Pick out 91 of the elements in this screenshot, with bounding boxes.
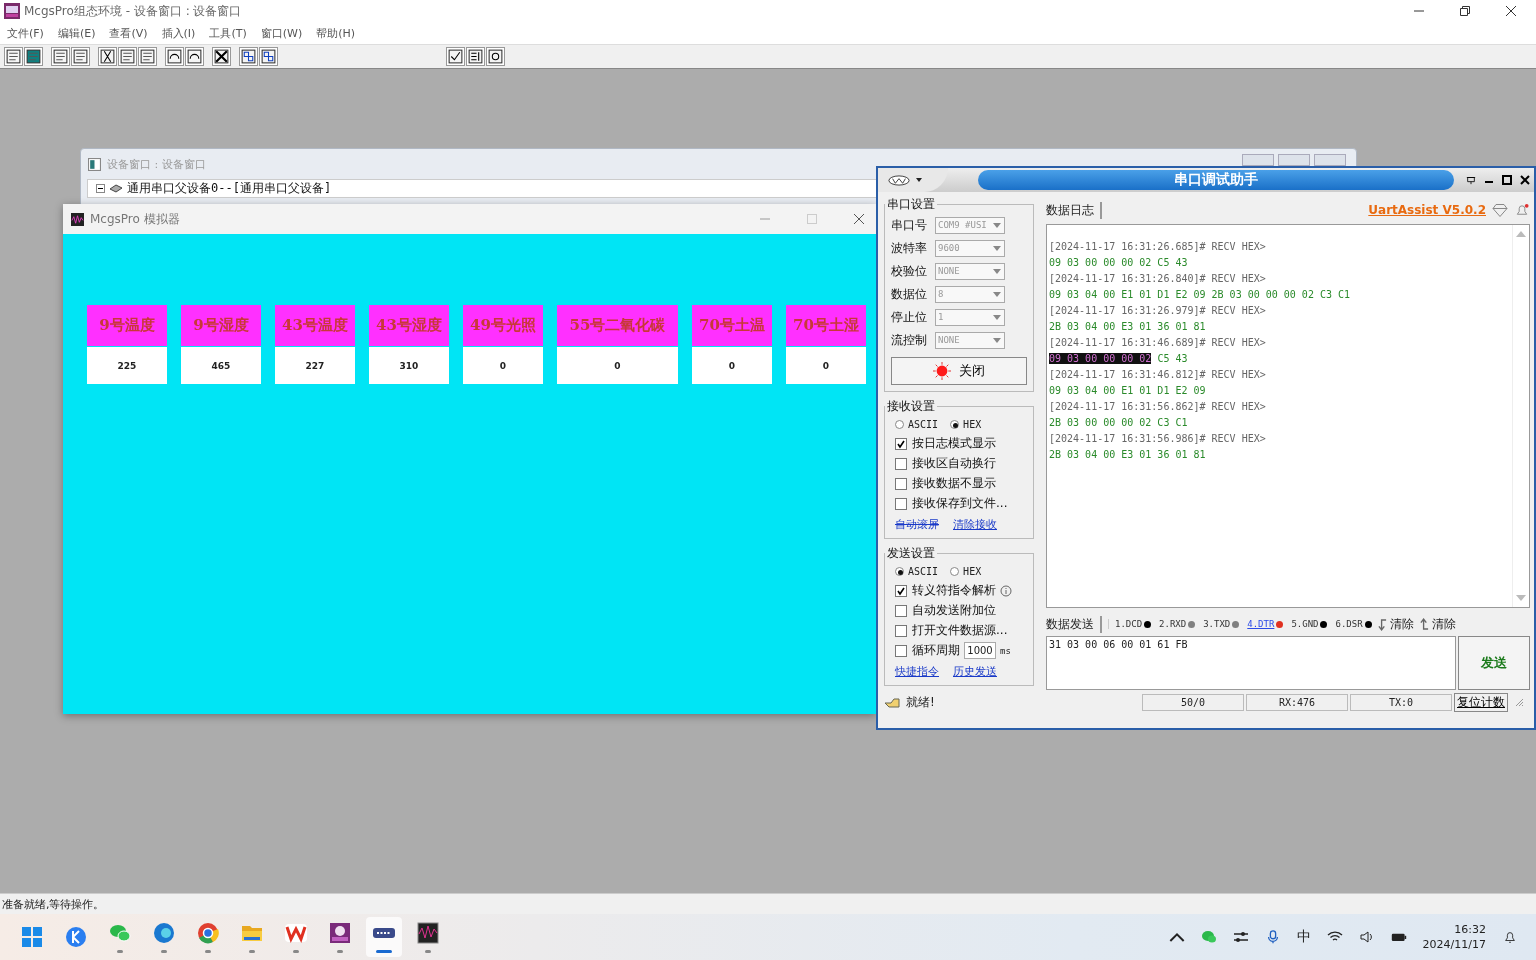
log-data: 2B 03 00 00 00 02 C3 C1 — [1049, 417, 1188, 428]
tile-label: 70号土温 — [692, 305, 772, 346]
log-tab[interactable]: 数据日志 — [1046, 201, 1102, 219]
log-header: [2024-11-17 16:31:26.979]# RECV HEX> — [1049, 305, 1266, 316]
log-header: [2024-11-17 16:31:26.685]# RECV HEX> — [1049, 241, 1266, 252]
checkbox[interactable]: 转义符指令解析 — [895, 582, 996, 599]
checkbox[interactable]: 接收区自动换行 — [895, 455, 1027, 472]
unit-label: ms — [1000, 645, 1011, 656]
log-data: 09 03 00 00 00 02 C5 43 — [1049, 257, 1188, 268]
pin-label: 6.DSR — [1335, 619, 1363, 629]
input-method-indicator[interactable]: 中 — [1296, 928, 1311, 946]
window-title: 设备窗口 : 设备窗口 — [107, 156, 206, 172]
field-label: 流控制 — [891, 331, 928, 349]
checkbox[interactable]: 打开文件数据源... — [895, 622, 1008, 639]
close-port-button[interactable]: 关闭 — [891, 357, 1027, 385]
send-input[interactable]: 31 03 00 06 00 01 61 FB — [1046, 636, 1456, 690]
radio-button[interactable]: HEX — [950, 566, 982, 577]
log-header: [2024-11-17 16:31:56.862]# RECV HEX> — [1049, 401, 1266, 412]
clock-time[interactable]: 16:32 — [1454, 922, 1486, 937]
window-title: McgsPro 模拟器 — [90, 210, 180, 228]
checkbox[interactable]: 接收保存到文件... — [895, 495, 1027, 512]
checkbox[interactable]: 接收数据不显示 — [895, 475, 1027, 492]
pin-label: 1.DCD — [1115, 619, 1143, 629]
log-data: 09 03 04 00 E1 01 D1 E2 09 2B 03 00 00 00 02 C3 C1 — [1049, 289, 1351, 300]
group-title: 发送设置 — [886, 545, 936, 562]
radio-button[interactable]: ASCII — [895, 419, 939, 430]
clock-date[interactable]: 2024/11/17 — [1422, 937, 1486, 952]
status-text: 准备就绪,等待操作。 — [2, 896, 105, 912]
window-title: 串口调试助手 — [1174, 171, 1258, 189]
pin-label: 2.RXD — [1159, 619, 1187, 629]
send-tab[interactable]: 数据发送 — [1046, 615, 1102, 633]
send-button[interactable]: 发送 — [1458, 636, 1530, 690]
tile-label: 9号湿度 — [181, 305, 261, 346]
log-header: [2024-11-17 16:31:46.689]# RECV HEX> — [1049, 337, 1266, 348]
counter: RX:476 — [1246, 693, 1348, 711]
tile-value: 0 — [786, 347, 866, 384]
status-text: 就绪! — [906, 694, 935, 711]
link[interactable]: 清除接收 — [953, 517, 997, 532]
radio-button[interactable]: ASCII — [895, 566, 939, 577]
tile-label: 9号温度 — [87, 305, 167, 346]
field-label: 串口号 — [891, 216, 928, 234]
menu-item[interactable]: 编辑(E) — [57, 25, 96, 41]
checkbox[interactable]: 自动发送附加位 — [895, 602, 996, 619]
menu-item[interactable]: 帮助(H) — [316, 25, 356, 41]
tile-label: 49号光照 — [463, 305, 543, 346]
window-title: McgsPro组态环境 - 设备窗口 : 设备窗口 — [24, 2, 242, 20]
field-label: 波特率 — [891, 239, 928, 257]
period-field[interactable]: 1000 — [964, 642, 996, 659]
tile-label: 43号湿度 — [369, 305, 449, 346]
tile-label: 55号二氧化碳 — [557, 305, 678, 346]
link[interactable]: 历史发送 — [953, 664, 997, 679]
field-label: 校验位 — [891, 262, 928, 280]
menu-item[interactable]: 查看(V) — [109, 25, 148, 41]
checkbox[interactable]: 按日志模式显示 — [895, 435, 1027, 452]
reset-count-button[interactable]: 复位计数 — [1454, 692, 1508, 712]
radio-button[interactable]: HEX — [950, 419, 982, 430]
checkbox[interactable]: 循环周期 — [895, 642, 960, 659]
menu-item[interactable]: 窗口(W) — [260, 25, 303, 41]
link[interactable]: 快捷指令 — [895, 664, 939, 679]
field-label: 数据位 — [891, 285, 928, 303]
log-data: C5 43 — [1156, 353, 1188, 364]
field-label: 停止位 — [891, 308, 928, 326]
pin-label: 5.GND — [1291, 619, 1319, 629]
log-header: [2024-11-17 16:31:26.840]# RECV HEX> — [1049, 273, 1266, 284]
menu-item[interactable]: 文件(F) — [7, 25, 44, 41]
tile-value: 0 — [557, 347, 678, 384]
pin-label[interactable]: 4.DTR — [1247, 619, 1275, 629]
tile-value: 227 — [275, 347, 355, 384]
tile-value: 310 — [369, 347, 449, 384]
group-title: 串口设置 — [886, 196, 936, 213]
log-data: 2B 03 04 00 E3 01 36 01 81 — [1049, 321, 1206, 332]
tree-item[interactable]: 通用串口父设备0--[通用串口父设备] — [127, 180, 332, 197]
menu-item[interactable]: 工具(T) — [209, 25, 247, 41]
clear-button[interactable]: 清除 — [1377, 615, 1414, 633]
tile-value: 0 — [692, 347, 772, 384]
tile-label: 43号温度 — [275, 305, 355, 346]
log-data: 2B 03 04 00 E3 01 36 01 81 — [1049, 449, 1206, 460]
log-data: 09 03 04 00 E1 01 D1 E2 09 — [1049, 385, 1206, 396]
tile-value: 225 — [87, 347, 167, 384]
log-header: [2024-11-17 16:31:46.812]# RECV HEX> — [1049, 369, 1266, 380]
tile-value: 0 — [463, 347, 543, 384]
log-header: [2024-11-17 16:31:56.986]# RECV HEX> — [1049, 433, 1266, 444]
counter: TX:0 — [1350, 693, 1452, 711]
tile-value: 465 — [181, 347, 261, 384]
counter: 50/0 — [1142, 693, 1244, 711]
pin-label: 3.TXD — [1203, 619, 1231, 629]
selected-text: 09 03 00 00 00 02 — [1049, 353, 1152, 364]
clear-button[interactable]: 清除 — [1419, 615, 1456, 633]
tile-label: 70号土湿 — [786, 305, 866, 346]
group-title: 接收设置 — [886, 398, 936, 415]
menu-item[interactable]: 插入(I) — [161, 25, 196, 41]
